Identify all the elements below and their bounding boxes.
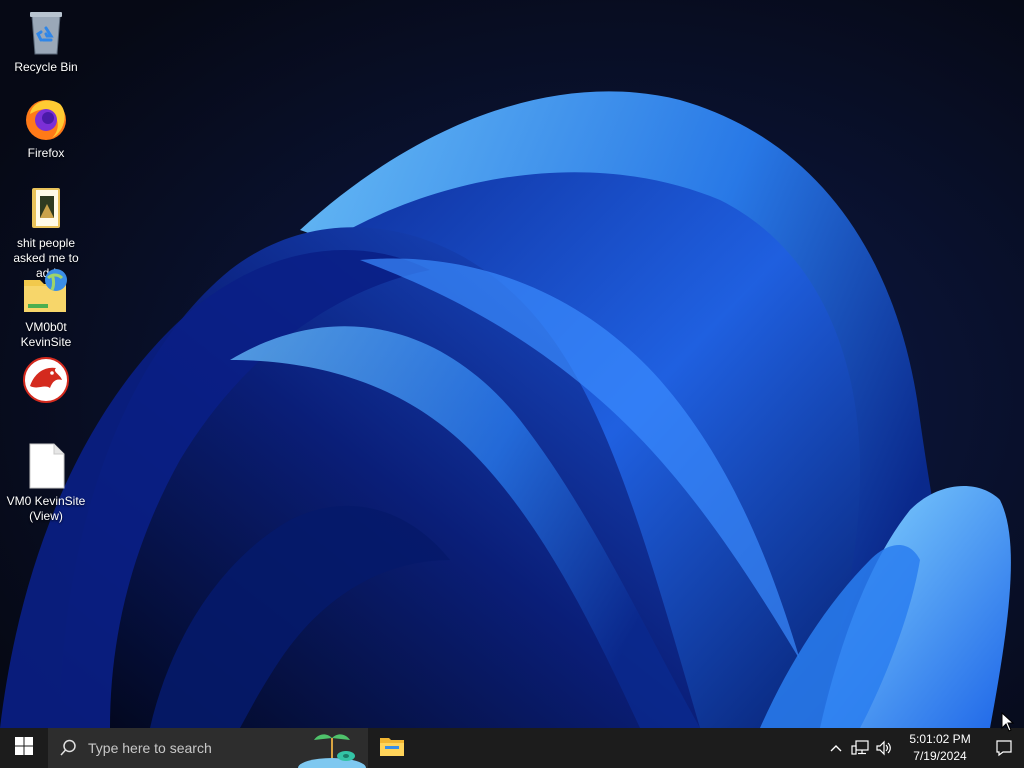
network-icon[interactable]: [848, 728, 872, 768]
clock-time: 5:01:02 PM: [909, 732, 971, 746]
desktop-icon-label: Recycle Bin: [14, 60, 78, 74]
search-placeholder: Type here to search: [88, 740, 212, 756]
desktop-icon-document[interactable]: VM0 KevinSite (View): [0, 442, 92, 524]
folder-icon: [22, 184, 70, 232]
firefox-icon: [22, 94, 70, 142]
taskbar-clock[interactable]: 5:01:02 PM 7/19/2024: [900, 731, 980, 765]
desktop-icon-folder[interactable]: shit people asked me to add: [0, 184, 92, 281]
desktop-icon-label: Firefox: [27, 146, 65, 160]
volume-icon[interactable]: [872, 728, 896, 768]
search-highlight-illustration: [298, 734, 366, 768]
recycle-bin-icon: [22, 8, 70, 56]
clock-date: 7/19/2024: [913, 749, 967, 763]
taskbar-file-explorer[interactable]: [368, 728, 416, 768]
windows-logo-icon: [15, 736, 33, 760]
desktop-icon-recycle-bin[interactable]: Recycle Bin: [0, 8, 92, 75]
notification-icon[interactable]: [984, 728, 1024, 768]
mouse-pointer-icon: [1001, 712, 1015, 732]
system-tray: 5:01:02 PM 7/19/2024: [824, 728, 1024, 768]
file-explorer-icon: [379, 735, 405, 762]
desktop-wallpaper: [0, 0, 1024, 728]
document-icon: [22, 442, 70, 490]
network-folder-icon: [22, 268, 70, 316]
desktop-icon-label: VM0b0t KevinSite: [20, 320, 72, 349]
search-icon: [48, 739, 88, 757]
desktop-icon-red-dragon-app[interactable]: [0, 356, 92, 408]
desktop-icon-network-folder[interactable]: VM0b0t KevinSite: [0, 268, 92, 350]
desktop-icon-label: VM0 KevinSite (View): [6, 494, 86, 523]
desktop-icon-firefox[interactable]: Firefox: [0, 94, 92, 161]
taskbar-search-box[interactable]: Type here to search: [48, 728, 368, 768]
start-button[interactable]: [0, 728, 48, 768]
taskbar: Type here to search 5:01:02 PM 7/19/2024: [0, 728, 1024, 768]
red-dragon-app-icon: [22, 356, 70, 404]
chevron-up-icon[interactable]: [824, 728, 848, 768]
